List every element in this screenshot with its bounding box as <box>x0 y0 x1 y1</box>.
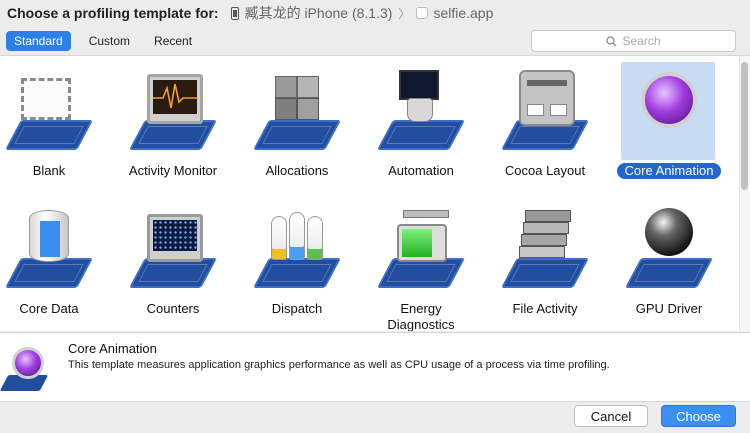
template-label: Activity Monitor <box>128 163 218 178</box>
template-label: Counters <box>146 301 200 316</box>
target-breadcrumb[interactable]: 臧其龙的 iPhone (8.1.3) 〉 selfie.app <box>230 3 494 23</box>
template-label: Dispatch <box>271 301 323 316</box>
scrollbar-track[interactable] <box>739 56 750 331</box>
template-tile-allocations[interactable]: Allocations <box>235 70 359 179</box>
tab-custom[interactable]: Custom <box>81 31 138 51</box>
template-tile-dispatch[interactable]: Dispatch <box>235 208 359 317</box>
device-name: 臧其龙的 iPhone (8.1.3) <box>244 5 393 21</box>
blank-icon <box>5 70 93 154</box>
gpu-driver-icon <box>625 208 713 292</box>
template-tile-counters[interactable]: Counters <box>111 208 235 317</box>
detail-title: Core Animation <box>68 341 157 356</box>
app-name: selfie.app <box>433 5 494 21</box>
template-detail-pane: Core Animation This template measures ap… <box>0 332 750 402</box>
tab-standard[interactable]: Standard <box>6 31 71 51</box>
template-tile-core-data[interactable]: Core Data <box>0 208 111 317</box>
core-animation-icon <box>0 345 50 391</box>
template-tile-blank[interactable]: Blank <box>0 70 111 179</box>
cocoa-layout-icon <box>501 70 589 154</box>
template-tile-automation[interactable]: Automation <box>359 70 483 179</box>
template-label: Cocoa Layout <box>504 163 586 178</box>
file-activity-icon <box>501 208 589 292</box>
detail-description: This template measures application graph… <box>68 359 610 371</box>
template-tile-activity-monitor[interactable]: Activity Monitor <box>111 70 235 179</box>
template-tile-core-animation[interactable]: Core Animation <box>607 62 731 179</box>
template-tile-cocoa-layout[interactable]: Cocoa Layout <box>483 70 607 179</box>
template-label: GPU Driver <box>635 301 703 316</box>
core-animation-icon <box>621 62 715 160</box>
header: Choose a profiling template for: 臧其龙的 iP… <box>0 0 750 26</box>
energy-diagnostics-icon <box>377 208 465 292</box>
app-icon <box>416 7 429 19</box>
template-tile-gpu-driver[interactable]: GPU Driver <box>607 208 731 317</box>
allocations-icon <box>253 70 341 154</box>
template-label: Energy Diagnostics <box>387 301 455 331</box>
choose-button[interactable]: Choose <box>661 405 736 427</box>
template-tile-file-activity[interactable]: File Activity <box>483 208 607 317</box>
template-label: Blank <box>32 163 66 178</box>
template-category-tabs: Standard Custom Recent <box>6 31 200 51</box>
iphone-icon <box>230 6 239 20</box>
automation-icon <box>377 70 465 154</box>
template-label: Allocations <box>265 163 329 178</box>
template-label: File Activity <box>512 301 578 316</box>
activity-monitor-icon <box>129 70 217 154</box>
template-tile-energy-diagnostics[interactable]: Energy Diagnostics <box>359 208 483 331</box>
scrollbar-thumb[interactable] <box>741 62 748 190</box>
search-icon <box>606 35 617 46</box>
dispatch-icon <box>253 208 341 292</box>
search-field[interactable]: Search <box>531 30 736 52</box>
breadcrumb-separator-icon: 〉 <box>398 6 411 21</box>
core-data-icon <box>5 208 93 292</box>
template-label: Core Data <box>19 301 79 316</box>
cancel-button[interactable]: Cancel <box>574 405 648 427</box>
template-label: Automation <box>388 163 454 178</box>
template-label: Core Animation <box>616 163 722 179</box>
counters-icon <box>129 208 217 292</box>
tab-recent[interactable]: Recent <box>146 31 200 51</box>
search-placeholder: Search <box>622 34 661 48</box>
template-grid: Blank Activity Monitor Allocations Autom… <box>0 55 750 331</box>
dialog-title: Choose a profiling template for: <box>7 5 219 21</box>
